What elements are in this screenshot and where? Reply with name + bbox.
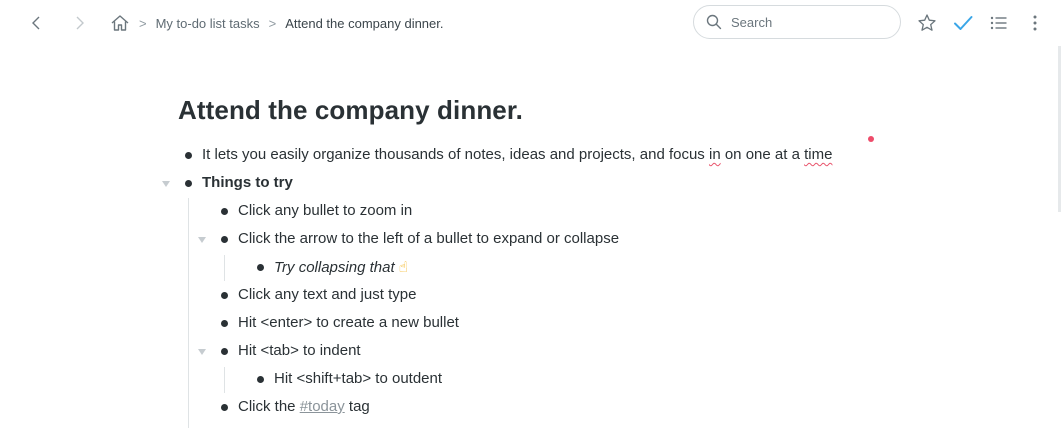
list-item[interactable]: Click any bullet to zoom in	[238, 202, 412, 219]
more-options-button[interactable]	[1023, 11, 1047, 35]
list-item[interactable]: Hit <shift+tab> to outdent	[274, 370, 442, 387]
breadcrumb-parent[interactable]: My to-do list tasks	[156, 16, 260, 31]
more-vertical-icon	[1033, 15, 1037, 31]
unread-indicator-dot	[868, 136, 874, 142]
breadcrumb-separator: >	[139, 15, 147, 31]
home-icon	[111, 15, 129, 31]
list-item[interactable]: Hit <enter> to create a new bullet	[238, 314, 459, 331]
item-text: It lets you easily organize thousands of…	[202, 146, 709, 163]
item-text: on one at a	[720, 146, 805, 163]
tag-link[interactable]: #today	[300, 398, 345, 415]
list-item[interactable]: Try collapsing that ☝	[274, 258, 408, 276]
bullet[interactable]	[185, 180, 192, 187]
star-button[interactable]	[915, 11, 939, 35]
list-item[interactable]: It lets you easily organize thousands of…	[202, 146, 832, 163]
bullet[interactable]	[221, 320, 228, 327]
indent-guide	[224, 367, 225, 393]
collapse-arrow[interactable]	[162, 181, 170, 187]
chevron-left-icon	[32, 16, 40, 30]
bullet[interactable]	[221, 292, 228, 299]
bullet[interactable]	[221, 208, 228, 215]
complete-button[interactable]	[951, 11, 975, 35]
breadcrumb-current: Attend the company dinner.	[285, 15, 444, 31]
list-icon	[990, 16, 1007, 30]
search-icon	[706, 14, 722, 30]
collapse-arrow[interactable]	[198, 349, 206, 355]
search-input[interactable]	[729, 13, 883, 31]
bullet[interactable]	[185, 152, 192, 159]
star-icon	[918, 14, 936, 31]
list-item[interactable]: Click any text and just type	[238, 286, 416, 303]
spelling-flag: time	[804, 146, 833, 163]
chevron-right-icon	[76, 16, 84, 30]
spelling-flag: in	[708, 146, 721, 163]
bullet[interactable]	[257, 376, 264, 383]
forward-button[interactable]	[68, 12, 90, 34]
indent-guide	[224, 255, 225, 281]
checkmark-icon	[954, 16, 973, 30]
bullet[interactable]	[257, 264, 264, 271]
indent-guide	[188, 198, 189, 428]
list-item[interactable]: Hit <tab> to indent	[238, 342, 361, 359]
item-text: Try collapsing that	[274, 259, 395, 276]
collapse-arrow[interactable]	[198, 237, 206, 243]
bullet[interactable]	[221, 404, 228, 411]
breadcrumb-separator: >	[268, 15, 277, 31]
list-view-button[interactable]	[987, 11, 1011, 35]
list-item[interactable]: Things to try	[202, 174, 293, 191]
breadcrumb-home[interactable]	[110, 14, 130, 32]
breadcrumb: > My to-do list tasks > Attend the compa…	[110, 12, 444, 34]
item-text: Click the	[238, 398, 300, 415]
back-button[interactable]	[26, 12, 48, 34]
top-bar: > My to-do list tasks > Attend the compa…	[0, 0, 1061, 46]
item-text: tag	[344, 398, 370, 415]
bullet[interactable]	[221, 348, 228, 355]
page-title[interactable]: Attend the company dinner.	[178, 95, 523, 126]
list-item[interactable]: Click the arrow to the left of a bullet …	[238, 230, 619, 247]
bullet[interactable]	[221, 236, 228, 243]
pointing-up-emoji: ☝	[398, 259, 408, 276]
search-box[interactable]	[693, 5, 901, 39]
list-item[interactable]: Click the #today tag	[238, 398, 370, 415]
